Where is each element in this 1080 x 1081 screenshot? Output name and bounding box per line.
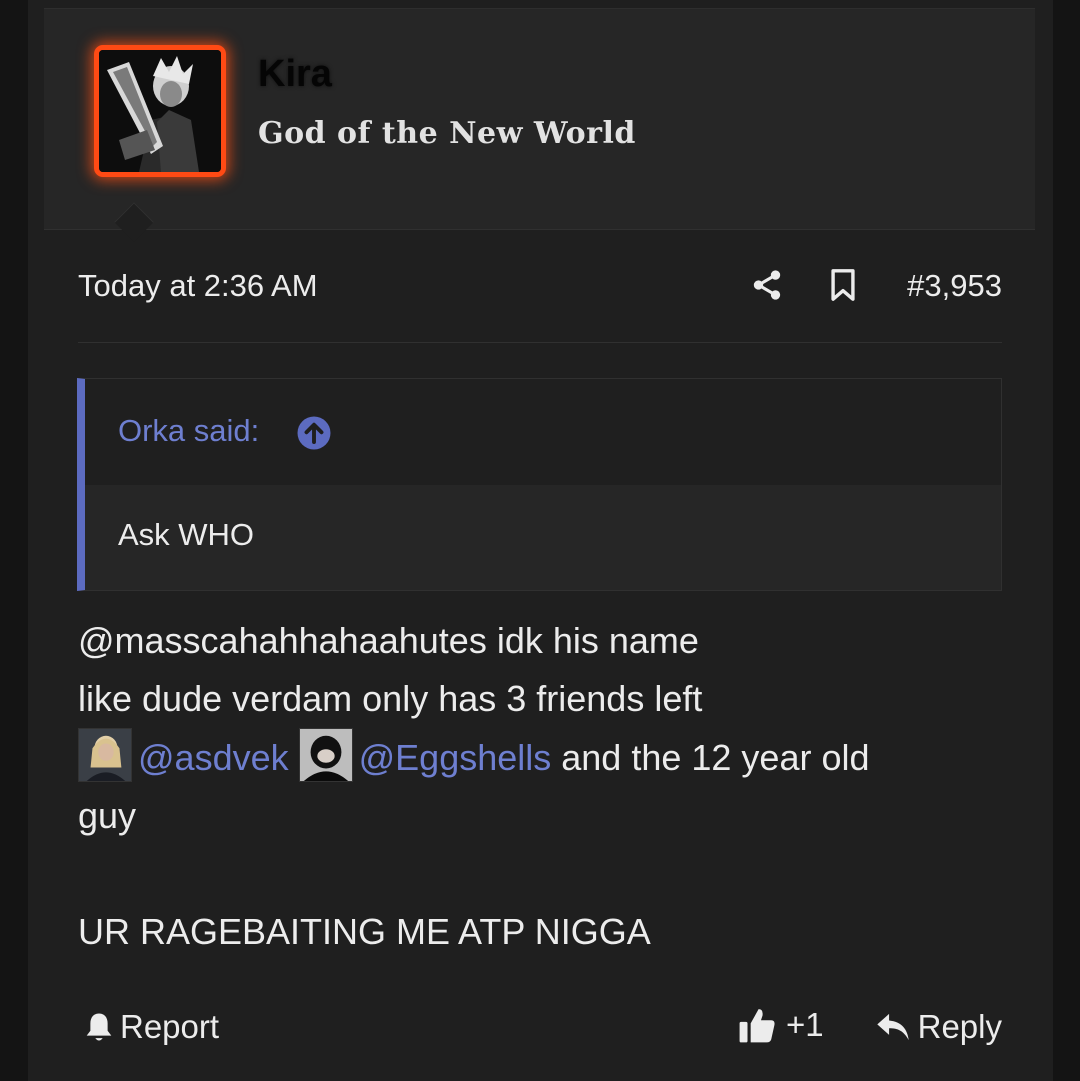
username[interactable]: Kira <box>258 53 332 96</box>
post-timestamp[interactable]: Today at 2:36 AM <box>78 268 318 304</box>
user-avatar[interactable] <box>94 45 226 177</box>
post-message: @masscahahhahaahutes idk his name like d… <box>78 612 1002 961</box>
message-line: guy <box>78 795 137 836</box>
mention-avatar-asdvek[interactable] <box>78 728 132 782</box>
reply-arrow-icon <box>876 1013 909 1041</box>
bookmark-icon[interactable] <box>828 268 858 302</box>
reply-label: Reply <box>917 1008 1002 1045</box>
post-meta: Today at 2:36 AM #3,953 <box>78 258 1002 314</box>
share-icon[interactable] <box>750 268 784 302</box>
mention-link[interactable]: @asdvek <box>138 737 289 778</box>
quote-body: Ask WHO <box>85 485 1001 590</box>
quote-text: Ask WHO <box>118 517 255 552</box>
thumbs-up-icon <box>739 1009 775 1043</box>
avatar-image <box>99 50 221 172</box>
like-button[interactable]: +1 <box>738 1006 824 1044</box>
divider <box>78 342 1002 343</box>
post-actions: Report +1 Reply <box>78 1000 1002 1056</box>
arrow-up-circle-icon[interactable] <box>296 415 332 451</box>
report-label: Report <box>120 1008 220 1045</box>
bell-icon <box>86 1013 112 1041</box>
user-header: Kira God of the New World <box>44 8 1035 230</box>
forum-post: Kira God of the New World Today at 2:36 … <box>28 0 1053 1081</box>
like-count: +1 <box>786 1006 824 1043</box>
mention-link[interactable]: @Eggshells <box>359 737 552 778</box>
report-button[interactable]: Report <box>84 1008 219 1046</box>
reply-button[interactable]: Reply <box>876 1008 1002 1046</box>
user-title: God of the New World <box>258 116 636 151</box>
message-line-mentions: @asdvek @Eggshells and the 12 year old <box>78 728 1002 787</box>
quote-author[interactable]: Orka said: <box>118 413 259 449</box>
quote-block: Orka said: Ask WHO <box>77 378 1002 591</box>
post-number[interactable]: #3,953 <box>907 268 1002 304</box>
message-line: UR RAGEBAITING ME ATP NIGGA <box>78 911 651 952</box>
message-line: @masscahahhahaahutes idk his name <box>78 620 699 661</box>
message-text: and the 12 year old <box>551 737 870 778</box>
quote-header: Orka said: <box>85 379 1001 485</box>
mention-avatar-eggshells[interactable] <box>298 728 353 782</box>
message-line: like dude verdam only has 3 friends left <box>78 678 703 719</box>
